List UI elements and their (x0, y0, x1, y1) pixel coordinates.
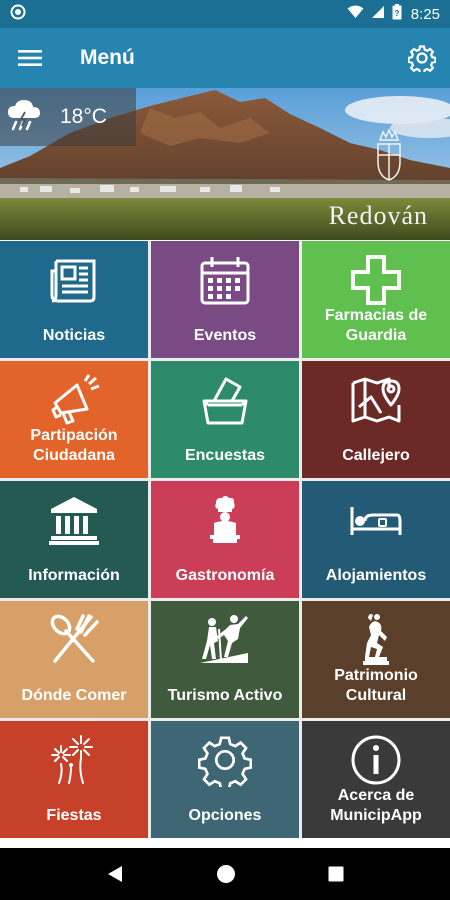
tile-callejero[interactable]: Callejero (302, 361, 450, 478)
status-bar: ? 8:25 (0, 0, 450, 28)
app-bar: Menú (0, 28, 450, 88)
tile-participacion[interactable]: Partipación Ciudadana (0, 361, 148, 478)
chef-icon (198, 493, 252, 547)
tile-label: Acerca de MunicipApp (330, 787, 422, 824)
hamburger-menu-icon[interactable] (18, 49, 42, 67)
tile-label: Turismo Activo (167, 687, 283, 704)
tile-turismo-activo[interactable]: Turismo Activo (151, 601, 299, 718)
tile-label: Partipación Ciudadana (30, 427, 118, 464)
tile-label: Opciones (188, 807, 262, 824)
tile-informacion[interactable]: Información (0, 481, 148, 598)
recents-icon[interactable] (328, 866, 344, 882)
bed-icon (349, 493, 403, 547)
weather-widget: 18°C (0, 88, 136, 146)
tile-opciones[interactable]: Opciones (151, 721, 299, 838)
tile-eventos[interactable]: Eventos (151, 241, 299, 358)
hiking-icon (198, 613, 252, 667)
ballot-box-icon (198, 373, 252, 427)
tile-donde-comer[interactable]: Dónde Comer (0, 601, 148, 718)
fireworks-icon (47, 733, 101, 787)
town-banner: 18°C Redován (0, 88, 450, 240)
tile-label: Patrimonio Cultural (334, 667, 418, 704)
info-icon (349, 733, 403, 787)
tile-label: Fiestas (46, 807, 102, 824)
fork-spoon-icon (47, 613, 101, 667)
tile-label: Gastronomía (175, 567, 275, 584)
page-title: Menú (80, 46, 135, 69)
tile-label: Dónde Comer (21, 687, 127, 704)
tile-label: Encuestas (184, 447, 266, 464)
statue-icon (349, 613, 403, 667)
tile-noticias[interactable]: Noticias (0, 241, 148, 358)
rain-cloud-icon (6, 98, 42, 137)
newspaper-icon (47, 253, 101, 307)
pharmacy-cross-icon (349, 253, 403, 307)
tile-label: Alojamientos (325, 567, 427, 584)
settings-gear-icon[interactable] (408, 44, 436, 72)
gear-icon (197, 733, 253, 791)
battery-icon: ? (392, 4, 402, 24)
coat-of-arms-logo (374, 128, 404, 187)
signal-icon (371, 5, 385, 23)
town-name: Redován (328, 201, 428, 230)
tile-label: Información (28, 567, 120, 584)
wifi-icon (347, 5, 364, 23)
map-pin-icon (349, 373, 403, 427)
tile-label: Eventos (193, 327, 257, 344)
status-time: 8:25 (410, 5, 440, 23)
svg-text:?: ? (394, 9, 399, 18)
menu-grid: Noticias Eventos Farmacias de Guardia Pa… (0, 241, 450, 838)
tile-acerca-de[interactable]: Acerca de MunicipApp (302, 721, 450, 838)
tile-label: Callejero (342, 447, 410, 464)
navigation-bar (0, 848, 450, 900)
institution-building-icon (47, 493, 101, 547)
temperature: 18°C (60, 105, 107, 128)
tile-label: Farmacias de Guardia (324, 307, 428, 344)
calendar-icon (198, 253, 252, 307)
bottom-spacer (0, 838, 450, 848)
tile-label: Noticias (42, 327, 106, 344)
tile-patrimonio[interactable]: Patrimonio Cultural (302, 601, 450, 718)
tile-fiestas[interactable]: Fiestas (0, 721, 148, 838)
tile-gastronomia[interactable]: Gastronomía (151, 481, 299, 598)
tile-farmacias[interactable]: Farmacias de Guardia (302, 241, 450, 358)
tile-encuestas[interactable]: Encuestas (151, 361, 299, 478)
back-icon[interactable] (106, 865, 124, 883)
tile-alojamientos[interactable]: Alojamientos (302, 481, 450, 598)
app-notification-icon (10, 4, 26, 24)
megaphone-icon (47, 373, 101, 427)
home-icon[interactable] (216, 864, 236, 884)
